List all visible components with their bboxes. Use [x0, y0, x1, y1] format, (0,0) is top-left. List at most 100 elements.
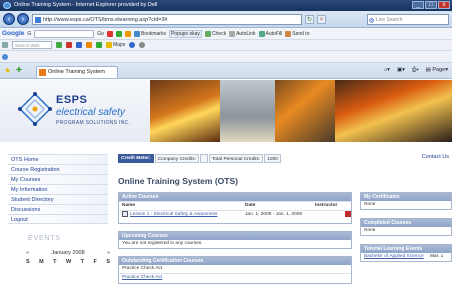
- personal-credits-value: 1000: [264, 154, 281, 163]
- contact-us-link[interactable]: Contact Us: [422, 154, 449, 160]
- active-courses-panel: Active Courses Name Date Instructor Less…: [118, 192, 352, 224]
- calendar-day-header: T: [53, 259, 57, 265]
- toolbar-icon[interactable]: [56, 42, 62, 48]
- sidebar-item-ots-home[interactable]: OTS Home: [8, 154, 108, 164]
- sidebar-item-my-courses[interactable]: My Courses: [8, 174, 108, 184]
- sidebar-item-logout[interactable]: Logout: [8, 214, 108, 224]
- check-button[interactable]: Check: [204, 30, 226, 37]
- web-search-input[interactable]: Search Web: [12, 41, 52, 49]
- internet-explorer-icon: [3, 2, 11, 9]
- header-photo-sparks: [150, 80, 220, 142]
- certification-line: Practice Check Act: [122, 266, 163, 271]
- tutorial-event-date: Mar. 1: [430, 254, 444, 259]
- search-placeholder: Live Search: [376, 17, 403, 23]
- maps-button[interactable]: Maps: [106, 42, 125, 48]
- feeds-icon[interactable]: ▣▾: [397, 67, 405, 74]
- toolbar-icon[interactable]: [2, 53, 8, 60]
- completed-courses-value: None: [364, 228, 376, 233]
- my-certificates-panel: My Certificates None: [360, 192, 452, 210]
- add-favorite-icon[interactable]: ✚: [16, 67, 24, 75]
- autofill-button[interactable]: AutoFill: [258, 30, 282, 37]
- credit-meter: Credit Meter: Company Credits: Total Per…: [118, 154, 452, 163]
- page-title: Online Training System (OTS): [118, 176, 238, 186]
- autolink-button[interactable]: AutoLink: [229, 30, 256, 37]
- toolbar-icon[interactable]: [96, 42, 102, 48]
- my-certificates-value: None: [364, 202, 376, 207]
- my-certificates-title: My Certificates: [361, 193, 451, 201]
- sidebar-item-student-directory[interactable]: Student Directory: [8, 194, 108, 204]
- search-input[interactable]: ◎ Live Search: [367, 14, 449, 25]
- course-instructor: [315, 211, 343, 219]
- minimize-button[interactable]: _: [412, 1, 424, 9]
- forward-icon[interactable]: ›: [17, 13, 29, 25]
- calendar-next-button[interactable]: »: [107, 250, 110, 256]
- send-to-button[interactable]: Send to: [285, 30, 309, 37]
- tab-bar: ★ ✚ Online Training System ⌂▾ ▣▾ ⎙▾ ▤ Pa…: [0, 63, 452, 79]
- upcoming-courses-title: Upcoming Courses: [119, 232, 351, 240]
- upcoming-courses-panel: Upcoming Courses You are not registered …: [118, 231, 352, 249]
- bookmarks-button[interactable]: Bookmarks: [133, 30, 166, 37]
- sidebar-item-course-registration[interactable]: Course Registration: [8, 164, 108, 174]
- column-header-date: Date: [245, 203, 256, 208]
- course-link[interactable]: Lesson 1 - Electrical Safety & Awareness: [130, 211, 217, 219]
- window-title: Online Training System - Internet Explor…: [14, 2, 158, 8]
- page-menu[interactable]: ▤ Page▾: [426, 67, 448, 74]
- go-button[interactable]: Go: [97, 31, 104, 37]
- toolbar-icon[interactable]: [124, 30, 131, 37]
- calendar-day-header: W: [66, 259, 72, 265]
- toolbar-icon[interactable]: [115, 30, 122, 37]
- print-icon[interactable]: ⎙▾: [412, 67, 419, 74]
- google-logo: Google: [2, 30, 25, 37]
- tutorial-event-link[interactable]: Bachelor of Applied Science: [364, 253, 430, 261]
- stop-icon[interactable]: ×: [317, 15, 326, 24]
- sidebar-menu: OTS Home Course Registration My Courses …: [8, 154, 108, 224]
- toolbar-icon[interactable]: [86, 42, 92, 48]
- url-input[interactable]: http://www.esps.ca/OTS/bms.elearning.asp…: [32, 14, 302, 25]
- course-icon: [122, 211, 128, 217]
- certification-panel: Outstanding Certification Courses Practi…: [118, 256, 352, 284]
- sidebar-item-my-information[interactable]: My Information: [8, 184, 108, 194]
- home-icon[interactable]: ⌂▾: [384, 67, 390, 74]
- events-title: EVENTS: [28, 235, 61, 242]
- certification-link[interactable]: Practice Check Act: [119, 273, 351, 282]
- completed-courses-panel: Completed Courses None: [360, 218, 452, 236]
- favorites-star-icon[interactable]: ★: [4, 67, 12, 75]
- refresh-icon[interactable]: ↻: [305, 15, 314, 24]
- header-photo-panel: [275, 80, 335, 142]
- toolbar-icon[interactable]: [76, 42, 82, 48]
- toolbar-icon[interactable]: [2, 42, 8, 48]
- google-search-input[interactable]: [34, 29, 95, 38]
- tab-page-icon: [39, 69, 46, 76]
- calendar-day-header: T: [80, 259, 85, 265]
- calendar-month: January 2008: [51, 250, 85, 256]
- google-search-label: G: [27, 30, 32, 37]
- toolbar-icon[interactable]: [106, 30, 113, 37]
- header-banner: ESPS electrical safety PROGRAM SOLUTIONS…: [0, 80, 452, 142]
- esps-logo[interactable]: ESPS electrical safety PROGRAM SOLUTIONS…: [0, 80, 150, 142]
- column-header-instructor: Instructor: [315, 203, 338, 208]
- close-button[interactable]: x: [438, 1, 450, 9]
- toolbar-icon[interactable]: [129, 42, 136, 48]
- toolbar-icon[interactable]: [139, 42, 146, 48]
- google-toolbar: Google G Go Bookmarks Popups okay Check …: [0, 28, 452, 40]
- pdf-icon[interactable]: [345, 211, 351, 217]
- window-title-bar: Online Training System - Internet Explor…: [0, 0, 452, 11]
- logo-sub-text: electrical safety: [56, 107, 125, 118]
- company-credits-value: [199, 154, 208, 163]
- company-credits-label: Company Credits:: [154, 154, 199, 163]
- sidebar-item-discussions[interactable]: Discussions: [8, 204, 108, 214]
- course-date: Jan. 1, 2008 - Jan. 1, 2009: [245, 212, 303, 217]
- back-icon[interactable]: ‹: [3, 13, 15, 25]
- popups-button[interactable]: Popups okay: [168, 29, 202, 38]
- page-icon: [35, 17, 41, 23]
- tutorial-events-panel: Tutorial Learning Events Bachelor of App…: [360, 244, 452, 262]
- tab-online-training[interactable]: Online Training System: [36, 66, 118, 78]
- toolbar-icon[interactable]: [66, 42, 72, 48]
- web-page: ESPS electrical safety PROGRAM SOLUTIONS…: [0, 80, 452, 291]
- credit-meter-label: Credit Meter:: [118, 154, 154, 163]
- certification-title: Outstanding Certification Courses: [119, 257, 351, 265]
- events-calendar: « January 2008 » S M T W T F S: [22, 250, 114, 265]
- maximize-button[interactable]: □: [425, 1, 437, 9]
- esps-logo-icon: [18, 92, 52, 126]
- calendar-prev-button[interactable]: «: [26, 250, 29, 256]
